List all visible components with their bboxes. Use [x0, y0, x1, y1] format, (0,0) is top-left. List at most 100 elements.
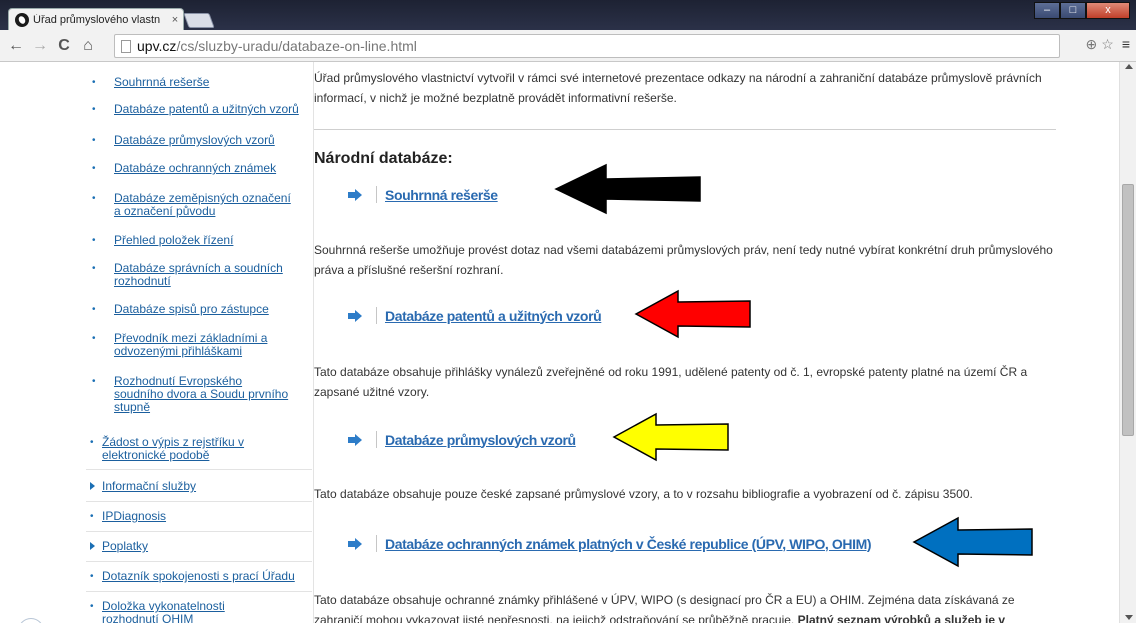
- sidebar-item-patenty[interactable]: • Databáze patentů a užitných vzorů: [86, 103, 310, 116]
- bullet-icon: •: [90, 511, 94, 522]
- browser-tab[interactable]: Úřad průmyslového vlastn ×: [8, 8, 184, 30]
- bullet-icon: •: [92, 263, 96, 274]
- sidebar-item-label[interactable]: Databáze správních a soudních rozhodnutí: [114, 262, 294, 288]
- main-content: Úřad průmyslového vlastnictví vytvořil v…: [314, 62, 1056, 623]
- back-button[interactable]: ←: [4, 37, 28, 55]
- db-link-patenty[interactable]: Databáze patentů a užitných vzorů: [348, 307, 602, 324]
- annotation-arrow-blue: [912, 516, 1033, 568]
- page-scrollbar[interactable]: [1119, 62, 1136, 623]
- divider: [86, 531, 312, 532]
- sidebar-item-label[interactable]: Informační služby: [102, 480, 310, 493]
- section-title: Národní databáze:: [314, 150, 453, 167]
- db-description: Tato databáze obsahuje ochranné známky p…: [314, 590, 1056, 623]
- menu-icon[interactable]: ≡: [1122, 36, 1130, 53]
- sidebar-item-informacni-sluzby[interactable]: Informační služby: [86, 480, 310, 493]
- sidebar-item-label[interactable]: Dotazník spokojenosti s prací Úřadu: [102, 570, 310, 583]
- page-icon: [121, 39, 131, 53]
- sidebar-item-ochranne-znamky[interactable]: • Databáze ochranných známek: [86, 162, 310, 175]
- sidebar-item-prevodnik[interactable]: • Převodník mezi základními a odvozenými …: [86, 332, 310, 358]
- tab-title: Úřad průmyslového vlastn: [33, 13, 161, 26]
- arrow-right-icon: [348, 433, 362, 446]
- forward-button[interactable]: →: [28, 37, 52, 55]
- toolbar-right: ⊕ ☆ ≡: [1086, 36, 1130, 53]
- window-controls: – □ x: [1034, 2, 1130, 19]
- sidebar-item-spisy-zastupce[interactable]: • Databáze spisů pro zástupce: [86, 303, 310, 316]
- db-link-souhrnna-reserse[interactable]: Souhrnná rešerše: [348, 186, 498, 203]
- db-description-bold: Platný seznam výrobků a služeb je v: [797, 613, 1006, 623]
- sidebar-item-label[interactable]: Souhrnná rešerše: [114, 76, 310, 89]
- zoom-icon[interactable]: ⊕: [1086, 36, 1098, 53]
- reload-button[interactable]: C: [52, 37, 76, 55]
- site-favicon-icon: [15, 12, 29, 27]
- sidebar-item-label[interactable]: Databáze patentů a užitných vzorů: [114, 103, 310, 116]
- sidebar-item-label[interactable]: Databáze ochranných známek: [114, 162, 310, 175]
- sidebar-item-label[interactable]: Rozhodnutí Evropského soudního dvora a S…: [114, 375, 289, 414]
- bullet-icon: •: [92, 304, 96, 315]
- browser-toolbar: ← → C ⌂ upv.cz/cs/sluzby-uradu/databaze-…: [0, 30, 1136, 62]
- sidebar-item-label[interactable]: Převodník mezi základními a odvozenými p…: [114, 332, 284, 358]
- address-bar[interactable]: upv.cz/cs/sluzby-uradu/databaze-on-line.…: [114, 34, 1060, 58]
- scroll-thumb[interactable]: [1122, 184, 1134, 436]
- divider: [376, 431, 377, 448]
- tab-close-icon[interactable]: ×: [167, 14, 183, 26]
- db-link-prumyslove-vzory[interactable]: Databáze průmyslových vzorů: [348, 431, 576, 448]
- sidebar-item-label[interactable]: Žádost o výpis z rejstříku v elektronick…: [102, 436, 307, 462]
- divider: [86, 561, 312, 562]
- arrow-right-icon: [348, 537, 362, 550]
- browser-titlebar: Úřad průmyslového vlastn × – □ x: [0, 0, 1136, 30]
- sidebar: • Souhrnná rešerše • Databáze patentů a už…: [78, 62, 314, 623]
- bullet-icon: •: [92, 104, 96, 115]
- bullet-icon: •: [90, 437, 94, 448]
- db-link-label[interactable]: Databáze průmyslových vzorů: [385, 432, 576, 448]
- bullet-icon: •: [92, 333, 96, 344]
- db-link-label[interactable]: Databáze ochranných známek platných v Če…: [385, 536, 872, 552]
- scroll-down-icon[interactable]: [1125, 615, 1133, 620]
- maximize-button[interactable]: □: [1060, 2, 1086, 19]
- sidebar-item-label[interactable]: IPDiagnosis: [102, 510, 310, 523]
- db-link-label[interactable]: Databáze patentů a užitných vzorů: [385, 308, 602, 324]
- annotation-arrow-yellow: [612, 412, 729, 462]
- sidebar-item-label[interactable]: Databáze průmyslových vzorů: [114, 134, 310, 147]
- expand-arrow-icon: [90, 482, 95, 490]
- sidebar-item-poplatky[interactable]: Poplatky: [86, 540, 310, 553]
- sidebar-item-spravni-rozhodnuti[interactable]: • Databáze správních a soudních rozhodnut…: [86, 262, 310, 288]
- sidebar-item-evropsky-soud[interactable]: • Rozhodnutí Evropského soudního dvora a …: [86, 375, 310, 414]
- db-description: Tato databáze obsahuje přihlášky vynález…: [314, 365, 1028, 399]
- arrow-right-icon: [348, 309, 362, 322]
- sidebar-item-souhrnna-reserse[interactable]: • Souhrnná rešerše: [86, 76, 310, 89]
- decorative-circle: [18, 618, 44, 623]
- bullet-icon: •: [92, 376, 96, 387]
- sidebar-item-dolozka[interactable]: • Doložka vykonatelnosti rozhodnutí OHIM: [86, 600, 310, 623]
- bullet-icon: •: [92, 235, 96, 246]
- expand-arrow-icon: [90, 542, 95, 550]
- sidebar-item-ipdiagnosis[interactable]: • IPDiagnosis: [86, 510, 310, 523]
- intro-text: Úřad průmyslového vlastnictví vytvořil v…: [314, 71, 1042, 105]
- sidebar-item-vypis-rejstriku[interactable]: • Žádost o výpis z rejstříku v elektronic…: [86, 436, 310, 462]
- sidebar-item-label[interactable]: Přehled položek řízení: [114, 234, 310, 247]
- bullet-icon: •: [92, 163, 96, 174]
- home-button[interactable]: ⌂: [76, 37, 100, 55]
- bookmark-star-icon[interactable]: ☆: [1101, 36, 1114, 53]
- sidebar-item-label[interactable]: Databáze zeměpisných označení a označení…: [114, 192, 294, 218]
- url-host: upv.cz: [137, 38, 177, 54]
- new-tab-button[interactable]: [183, 13, 215, 28]
- sidebar-item-label[interactable]: Poplatky: [102, 540, 310, 553]
- sidebar-item-zemepisna-oznaceni[interactable]: • Databáze zeměpisných označení a označen…: [86, 192, 310, 218]
- divider: [314, 129, 1056, 130]
- sidebar-item-dotaznik[interactable]: • Dotazník spokojenosti s prací Úřadu: [86, 570, 310, 583]
- page: • Souhrnná rešerše • Databáze patentů a už…: [0, 62, 1136, 623]
- db-link-label[interactable]: Souhrnná rešerše: [385, 187, 498, 203]
- sidebar-item-prehled-polozek[interactable]: • Přehled položek řízení: [86, 234, 310, 247]
- bullet-icon: •: [92, 193, 96, 204]
- arrow-right-icon: [348, 188, 362, 201]
- bullet-icon: •: [90, 601, 94, 612]
- scroll-up-icon[interactable]: [1125, 64, 1133, 69]
- sidebar-item-prumyslove-vzory[interactable]: • Databáze průmyslových vzorů: [86, 134, 310, 147]
- db-link-ochranne-znamky[interactable]: Databáze ochranných známek platných v Če…: [348, 535, 872, 552]
- minimize-button[interactable]: –: [1034, 2, 1060, 19]
- close-window-button[interactable]: x: [1086, 2, 1130, 19]
- db-description: Souhrnná rešerše umožňuje provést dotaz …: [314, 243, 1053, 277]
- annotation-arrow-black: [554, 163, 701, 215]
- sidebar-item-label[interactable]: Doložka vykonatelnosti rozhodnutí OHIM: [102, 600, 282, 623]
- sidebar-item-label[interactable]: Databáze spisů pro zástupce: [114, 303, 310, 316]
